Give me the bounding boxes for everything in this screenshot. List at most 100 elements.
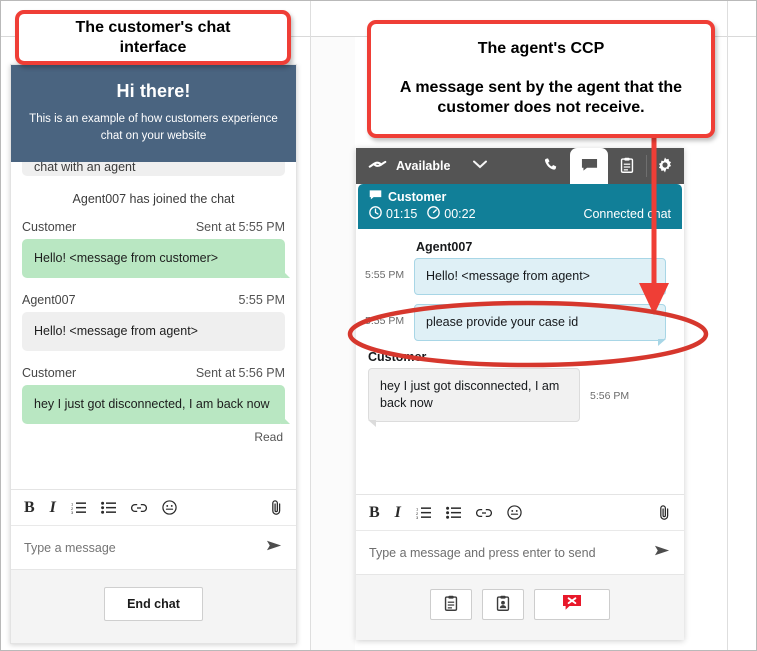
ccp-rte-toolbar: B I 123	[356, 494, 684, 530]
clipboard-icon	[444, 595, 458, 614]
ccp-sender-name: Agent007	[416, 240, 682, 254]
paperclip-icon[interactable]	[658, 504, 671, 521]
contact-name: Customer	[388, 190, 446, 204]
customer-chat-widget: Hi there! This is an example of how cust…	[10, 64, 297, 644]
ccp-message-time: 5:55 PM	[358, 304, 414, 327]
message-sender: Agent007	[22, 293, 76, 307]
clipped-message-bubble: chat with an agent	[22, 162, 285, 176]
ccp-message-row: 5:55 PM Hello! <message from agent>	[358, 258, 682, 295]
system-join-message: Agent007 has joined the chat	[22, 192, 285, 206]
ccp-tab-tasks[interactable]	[608, 148, 646, 184]
ccp-tab-chat[interactable]	[570, 148, 608, 184]
callout-line-1: The customer's chat	[19, 18, 287, 38]
ccp-topbar: Available	[356, 148, 684, 184]
ccp-contact-bar: Customer 01:15 00:22 Connected chat	[358, 184, 682, 229]
end-chat-button[interactable]	[534, 589, 610, 620]
ordered-list-icon[interactable]: 123	[71, 501, 86, 514]
chevron-down-icon[interactable]	[473, 160, 487, 172]
total-time-value: 01:15	[386, 207, 417, 221]
message-meta: Customer Sent at5:56 PM	[22, 366, 285, 380]
message-meta: Agent007 5:55 PM	[22, 293, 285, 307]
send-icon[interactable]	[654, 544, 671, 561]
ccp-tab-settings[interactable]	[646, 148, 684, 184]
page-divider-right-column	[727, 1, 728, 650]
ccp-action-bar	[356, 574, 684, 640]
ccp-message-time: 5:56 PM	[580, 368, 636, 402]
customer-chat-transcript[interactable]: chat with an agent Agent007 has joined t…	[11, 162, 296, 489]
message-sender: Customer	[22, 220, 76, 234]
stopwatch-icon	[427, 206, 440, 222]
message-timestamp: Sent at5:55 PM	[196, 220, 285, 234]
link-icon[interactable]	[131, 503, 147, 513]
chat-bubble-outgoing: hey I just got disconnected, I am back n…	[22, 385, 285, 424]
customer-chat-subtitle: This is an example of how customers expe…	[29, 111, 278, 144]
ccp-transcript[interactable]: Agent007 5:55 PM Hello! <message from ag…	[356, 229, 684, 494]
clock-icon	[369, 206, 382, 222]
paperclip-icon[interactable]	[270, 499, 283, 516]
contact-directory-button[interactable]	[482, 589, 524, 620]
emoji-icon[interactable]	[507, 505, 522, 520]
end-chat-button[interactable]: End chat	[104, 587, 203, 621]
chat-bubble-icon	[581, 157, 598, 176]
callout-agent-ccp: The agent's CCP A message sent by the ag…	[367, 20, 715, 138]
bullet-list-icon[interactable]	[446, 506, 461, 519]
ccp-message-time: 5:55 PM	[358, 258, 414, 281]
message-meta: Customer Sent at5:55 PM	[22, 220, 285, 234]
bold-icon[interactable]: B	[369, 505, 380, 521]
ccp-sender-name: Customer	[368, 350, 682, 364]
ccp-bubble-agent: Hello! <message from agent>	[414, 258, 666, 295]
connected-time-value: 00:22	[444, 207, 475, 221]
ccp-tab-phone[interactable]	[532, 148, 570, 184]
italic-icon[interactable]: I	[395, 505, 401, 521]
ccp-message-row: 5:55 PM please provide your case id	[358, 304, 682, 341]
customer-composer[interactable]: Type a message	[11, 525, 296, 569]
callout-line-2: A message sent by the agent that the cus…	[383, 78, 699, 120]
contact-bar-name-row: Customer	[369, 189, 671, 204]
chat-bubble-icon	[369, 189, 382, 204]
bullet-list-icon[interactable]	[101, 501, 116, 514]
agent-status-selector[interactable]: Available	[356, 148, 497, 184]
agent-status-label: Available	[396, 159, 450, 173]
gear-icon	[657, 157, 673, 176]
ccp-message-row: hey I just got disconnected, I am back n…	[358, 368, 682, 422]
quick-responses-button[interactable]	[430, 589, 472, 620]
message-timestamp: 5:55 PM	[238, 293, 285, 307]
emoji-icon[interactable]	[162, 500, 177, 515]
callout-line-1: The agent's CCP	[383, 39, 699, 60]
ccp-message-input[interactable]: Type a message and press enter to send	[369, 546, 654, 560]
chat-bubble-outgoing: Hello! <message from customer>	[22, 239, 285, 278]
customer-rte-toolbar: B I 123	[11, 489, 296, 525]
end-chat-icon	[562, 594, 582, 615]
svg-text:3: 3	[416, 515, 419, 519]
link-icon[interactable]	[476, 508, 492, 518]
customer-chat-header: Hi there! This is an example of how cust…	[11, 65, 296, 162]
page-gutter	[311, 37, 355, 650]
read-receipt: Read	[22, 430, 283, 444]
svg-text:3: 3	[71, 510, 74, 514]
bold-icon[interactable]: B	[24, 500, 35, 516]
agent-ccp-panel: Available	[356, 148, 684, 640]
customer-chat-greeting: Hi there!	[29, 81, 278, 102]
send-icon[interactable]	[266, 539, 283, 556]
message-sender: Customer	[22, 366, 76, 380]
chat-bubble-incoming: Hello! <message from agent>	[22, 312, 285, 351]
contact-card-icon	[496, 595, 510, 614]
italic-icon[interactable]: I	[50, 500, 56, 516]
contact-bar-timer-row: 01:15 00:22 Connected chat	[369, 206, 671, 222]
ccp-bubble-agent-unreceived: please provide your case id	[414, 304, 666, 341]
customer-message-input[interactable]: Type a message	[24, 541, 266, 555]
contact-state: Connected chat	[583, 207, 671, 221]
customer-chat-footer: End chat	[11, 569, 296, 643]
callout-line-2: interface	[19, 38, 287, 58]
ordered-list-icon[interactable]: 123	[416, 506, 431, 519]
ccp-composer[interactable]: Type a message and press enter to send	[356, 530, 684, 574]
total-time: 01:15	[369, 206, 417, 222]
connected-time: 00:22	[427, 206, 475, 222]
ccp-tab-strip	[532, 148, 684, 184]
page-root: Hi there! This is an example of how cust…	[1, 1, 756, 650]
callout-customer-interface: The customer's chat interface	[15, 10, 291, 65]
clipboard-icon	[620, 157, 634, 176]
amazon-connect-logo-icon	[368, 157, 387, 175]
message-timestamp: Sent at5:56 PM	[196, 366, 285, 380]
ccp-bubble-customer: hey I just got disconnected, I am back n…	[368, 368, 580, 422]
